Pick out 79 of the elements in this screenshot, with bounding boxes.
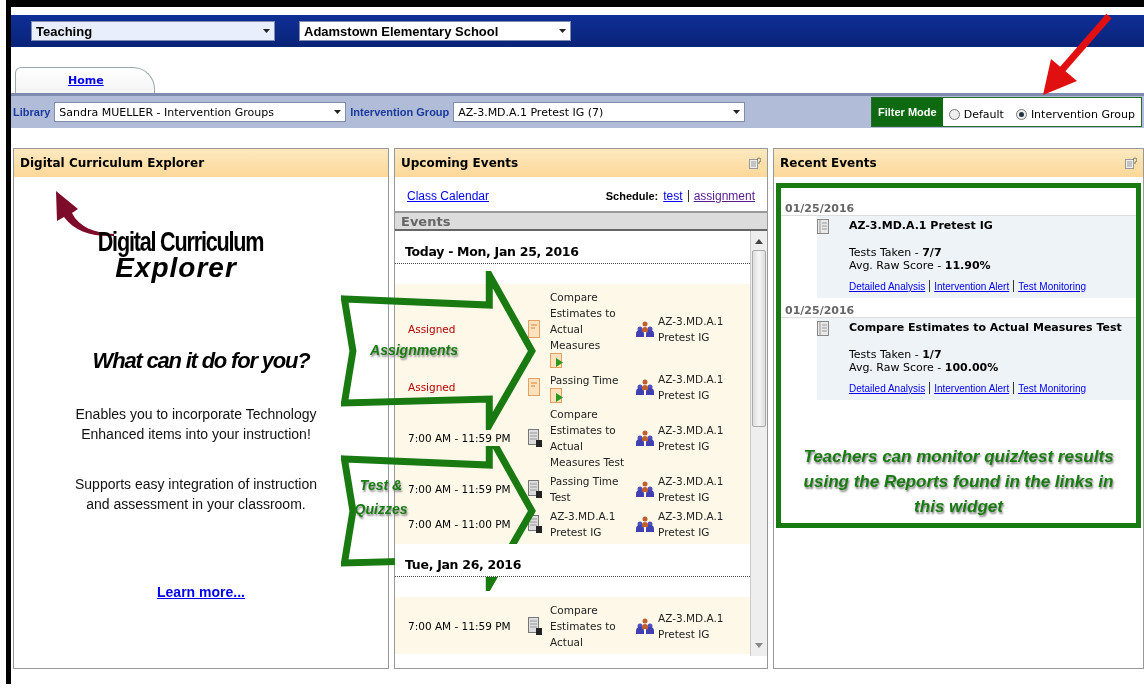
radio-option[interactable]: Intervention Group: [1009, 102, 1141, 126]
panel-menu-icon: [749, 157, 761, 169]
class-calendar-link[interactable]: Class Calendar: [407, 189, 490, 203]
schedule-link[interactable]: assignment: [693, 189, 755, 203]
document-icon: [528, 378, 540, 396]
events-section-header: Events: [395, 211, 767, 231]
group-icon: [636, 516, 654, 532]
report-link[interactable]: Intervention Alert: [934, 382, 1010, 394]
radio-icon[interactable]: [948, 108, 960, 120]
report-link[interactable]: Test Monitoring: [1018, 280, 1086, 292]
schedule-link[interactable]: test: [663, 189, 683, 203]
caret-icon: [732, 110, 740, 114]
group-name: AZ-3.MD.A.1 Pretest IG: [658, 423, 725, 454]
test-document-icon: [817, 321, 829, 336]
schedule-label: Schedule:: [605, 190, 659, 202]
tab[interactable]: Home: [15, 67, 155, 93]
group-label: Intervention Group: [350, 106, 450, 118]
event-title: AZ-3.MD.A.1 Pretest IG: [849, 219, 994, 234]
score-text: Avg. Raw Score - 100.00%: [849, 361, 1000, 374]
day-heading: Tue, Jan 26, 2016: [395, 544, 750, 577]
feature-text: Enables you to incorporate Technology Enhanced items into your instruction!: [74, 405, 318, 444]
library-label: Library: [13, 106, 51, 118]
event-title[interactable]: Passing Time: [550, 371, 619, 388]
panel-title: Upcoming Events: [401, 156, 519, 170]
scrollbar[interactable]: [750, 231, 767, 656]
test-document-icon: [528, 617, 542, 635]
feature-text: Supports easy integration of instruction and assessment in your classroom.: [74, 475, 318, 514]
report-link[interactable]: Test Monitoring: [1018, 382, 1086, 394]
group-name: AZ-3.MD.A.1 Pretest IG: [658, 474, 725, 505]
panel-title: Recent Events: [780, 156, 877, 170]
group-name: AZ-3.MD.A.1 Pretest IG: [658, 313, 725, 345]
test-document-icon: [817, 219, 829, 234]
group-icon: [636, 379, 654, 395]
callout-text: Teachers can monitor quiz/test results using the Reports found in the links in this widget: [802, 446, 1115, 518]
group-name: AZ-3.MD.A.1 Pretest IG: [658, 509, 725, 540]
group-icon: [636, 618, 654, 634]
report-link[interactable]: Detailed Analysis: [849, 280, 926, 292]
radio-label: Default: [963, 107, 1004, 121]
tagline: What can it do for you?: [92, 348, 310, 374]
caret-icon: [333, 110, 341, 114]
group-name: AZ-3.MD.A.1 Pretest IG: [658, 611, 725, 642]
event-title[interactable]: Compare Estimates to Actual: [550, 602, 636, 650]
group-select[interactable]: AZ-3.MD.A.1 Pretest IG (7): [453, 102, 746, 122]
panel-title: Digital Curriculum Explorer: [20, 156, 205, 170]
time-range: 7:00 AM - 11:59 PM: [408, 430, 511, 446]
play-document-icon: [550, 387, 564, 403]
event-title[interactable]: Compare Estimates to Actual Measures Test: [550, 406, 636, 470]
report-link[interactable]: Detailed Analysis: [849, 382, 926, 394]
annotation-label: Assignments: [369, 341, 459, 360]
test-document-icon: [528, 515, 542, 533]
document-icon: [528, 319, 540, 338]
event-title[interactable]: Passing Time Test: [550, 473, 636, 505]
group-name: AZ-3.MD.A.1 Pretest IG: [658, 372, 725, 403]
role-select[interactable]: Teaching: [31, 21, 275, 41]
score-text: Avg. Raw Score - 11.90%: [849, 259, 992, 272]
event-title[interactable]: AZ-3.MD.A.1 Pretest IG: [550, 508, 636, 540]
tests-taken-text: Tests Taken - 7/7: [849, 246, 943, 259]
school-select[interactable]: Adamstown Elementary School: [299, 21, 571, 41]
filter-mode-label: Filter Mode: [872, 98, 943, 126]
event-title: Compare Estimates to Actual Measures Test: [849, 321, 1123, 336]
tests-taken-text: Tests Taken - 1/7: [849, 348, 943, 361]
caret-icon: [558, 29, 566, 33]
test-document-icon: [528, 480, 542, 498]
radio-label: Intervention Group: [1030, 107, 1135, 121]
radio-option[interactable]: Default: [942, 102, 1010, 126]
play-document-icon: [550, 353, 564, 368]
panel-menu-icon: [1125, 157, 1137, 169]
library-select[interactable]: Sandra MUELLER - Intervention Groups: [54, 102, 347, 122]
test-document-icon: [528, 429, 542, 447]
event-title[interactable]: Compare Estimates to Actual Measures: [550, 289, 636, 353]
caret-icon: [262, 29, 270, 33]
group-icon: [636, 481, 654, 497]
scroll-up-icon: [755, 239, 763, 244]
scroll-down-icon: [755, 643, 763, 648]
learn-more-link[interactable]: Learn more...: [157, 584, 245, 600]
report-link[interactable]: Intervention Alert: [934, 280, 1010, 292]
radio-icon[interactable]: [1015, 108, 1027, 120]
group-icon: [636, 430, 654, 446]
group-icon: [636, 320, 654, 337]
